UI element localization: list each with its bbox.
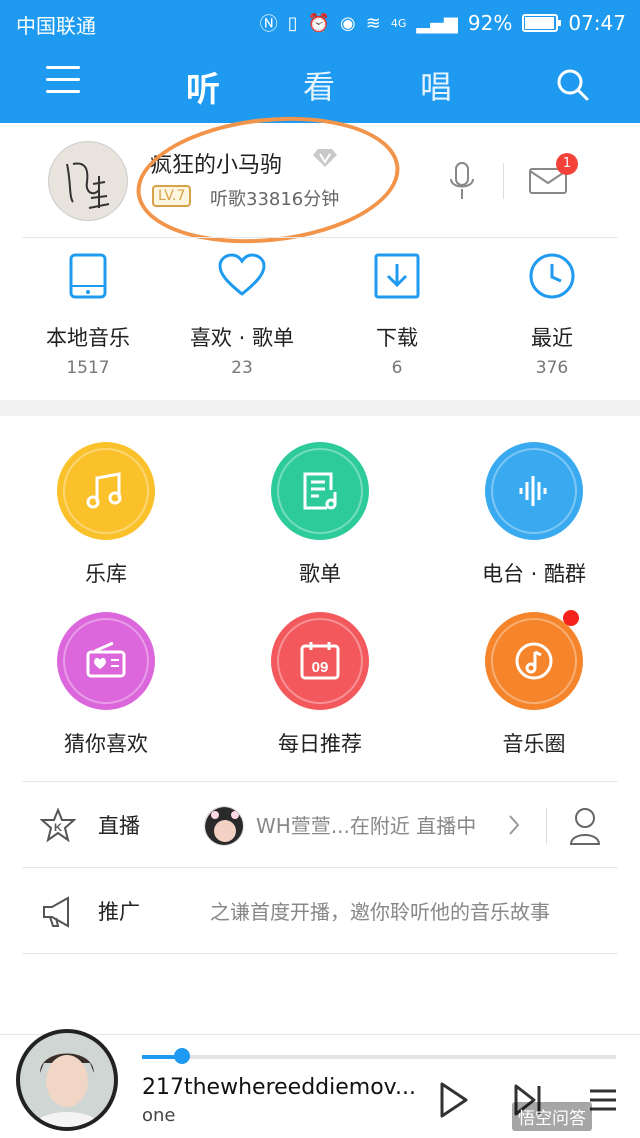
wifi-icon: ≋ [365,12,381,34]
album-cover[interactable] [16,1029,118,1131]
menu-icon[interactable] [46,66,80,96]
vibrate-icon: ▯ [287,12,298,34]
grid-label: 猜你喜欢 [64,732,148,756]
quick-download[interactable]: 下载 6 [327,252,467,378]
megaphone-icon [43,896,69,928]
grid-daily-recommend[interactable]: 09 每日推荐 [230,612,410,758]
quick-local-music[interactable]: 本地音乐 1517 [18,252,158,378]
grid-playlists[interactable]: 歌单 [230,442,410,588]
progress-bar[interactable] [142,1055,616,1059]
promo-row[interactable]: 推广 之谦首度开播，邀你聆听他的音乐故事 [0,868,640,954]
quick-recent[interactable]: 最近 376 [482,252,622,378]
tab-listen[interactable]: 听 [186,62,220,111]
quick-favorites[interactable]: 喜欢 · 歌单 23 [172,252,312,378]
watermark-label: 悟空问答 [512,1102,592,1131]
tab-watch[interactable]: 看 [303,62,335,108]
battery-icon [522,14,562,32]
live-row[interactable]: K 直播 WH萱萱...在附近 直播中 [0,782,640,868]
battery-percent: 92% [467,11,513,35]
svg-text:K: K [54,822,62,834]
tab-sing[interactable]: 唱 [420,62,452,108]
progress-knob[interactable] [174,1048,191,1064]
divider [22,953,618,954]
heart-icon [218,253,266,296]
live-title: 直播 [98,814,140,838]
person-icon[interactable] [568,806,602,846]
calendar-day: 09 [312,659,329,676]
chevron-right-icon [509,815,520,835]
clock-time: 07:47 [568,11,626,35]
track-artist: one [142,1105,176,1126]
eye-icon: ◉ [340,12,356,34]
playlist-icon [271,442,369,540]
promo-text[interactable]: 之谦首度开播，邀你聆听他的音乐故事 [210,896,550,925]
calendar-icon: 09 [271,612,369,710]
play-icon[interactable] [438,1081,470,1119]
search-icon[interactable] [556,68,590,102]
top-bar: 中国联通 Ⓝ ▯ ⏰ ◉ ≋ 4G ▂▄▆ 92% 07:47 听 看 唱 [0,0,640,123]
radio-heart-icon [57,612,155,710]
quick-count: 6 [391,358,403,378]
grid-label: 每日推荐 [278,732,362,756]
promo-title: 推广 [98,900,140,924]
profile-section: 疯狂的小马驹 LV.7 听歌33816分钟 1 [0,123,640,238]
mic-icon[interactable] [446,161,478,201]
grid-guess-you-like[interactable]: 猜你喜欢 [16,612,196,758]
header-nav: 听 看 唱 [0,44,640,123]
status-right: Ⓝ ▯ ⏰ ◉ ≋ 4G ▂▄▆ 92% 07:47 [260,10,626,36]
network-type: 4G [390,16,407,30]
music-note-icon [57,442,155,540]
clock-icon [529,253,575,299]
quick-label: 本地音乐 [46,326,130,350]
grid-radio[interactable]: 电台 · 酷群 [444,442,624,588]
quick-count: 23 [231,358,253,378]
grid-label: 乐库 [85,562,127,586]
download-icon [374,253,420,299]
signal-icon: ▂▄▆ [416,12,458,34]
divider [546,808,547,844]
section-gap [0,400,640,416]
carrier-label: 中国联通 [16,14,96,38]
grid-label: 电台 · 酷群 [481,562,587,586]
track-title[interactable]: 217thewhereeddiemov... [142,1075,416,1100]
grid-music-circle[interactable]: 音乐圈 [444,610,624,758]
notification-dot [563,610,579,626]
grid-label: 歌单 [299,562,341,586]
signature-image [66,162,110,209]
streamer-avatar[interactable] [204,806,244,846]
listen-time: 听歌33816分钟 [210,189,340,210]
avatar[interactable] [48,141,128,221]
live-status-text[interactable]: WH萱萱...在附近 直播中 [256,810,476,839]
vip-diamond-icon[interactable] [310,147,340,169]
quick-count: 1517 [66,358,110,378]
divider [503,163,504,199]
quick-count: 376 [535,358,569,378]
quick-label: 最近 [531,326,573,350]
quick-label: 下载 [376,326,418,350]
phone-icon [69,253,107,299]
mail-badge: 1 [556,153,578,175]
grid-music-library[interactable]: 乐库 [16,442,196,588]
level-badge: LV.7 [152,185,192,207]
music-circle-icon [485,610,583,710]
soundwave-icon [485,442,583,540]
status-bar: 中国联通 Ⓝ ▯ ⏰ ◉ ≋ 4G ▂▄▆ 92% 07:47 [0,0,640,44]
k-star-icon: K [40,808,76,843]
nfc-icon: Ⓝ [259,14,278,35]
alarm-icon: ⏰ [307,12,331,34]
divider [22,237,618,238]
username[interactable]: 疯狂的小马驹 [150,147,282,179]
grid-label: 音乐圈 [502,732,566,756]
quick-label: 喜欢 · 歌单 [189,326,295,350]
